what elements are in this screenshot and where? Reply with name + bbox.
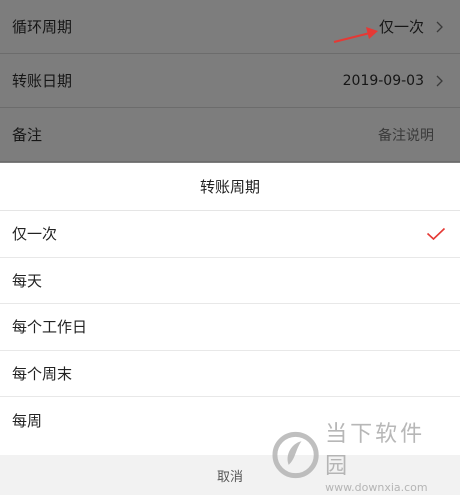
watermark-url: www.downxia.com	[325, 481, 428, 494]
option-once[interactable]: 仅一次	[0, 211, 460, 258]
option-label: 每天	[12, 271, 43, 290]
check-icon	[426, 227, 446, 240]
option-label: 每个工作日	[12, 318, 88, 337]
remark-label: 备注	[12, 126, 43, 144]
option-workday[interactable]: 每个工作日	[0, 304, 460, 351]
chevron-right-icon	[432, 19, 448, 35]
transfer-date-row[interactable]: 转账日期 2019-09-03	[0, 54, 460, 108]
remark-row[interactable]: 备注 备注说明	[0, 108, 460, 162]
cycle-row[interactable]: 循环周期 仅一次	[0, 0, 460, 54]
cycle-value: 仅一次	[378, 18, 424, 36]
watermark-logo-icon	[272, 431, 319, 479]
cycle-label: 循环周期	[12, 18, 73, 36]
option-label: 仅一次	[12, 225, 58, 244]
transfer-date-value: 2019-09-03	[342, 72, 424, 89]
watermark-text: 当下软件园 www.downxia.com	[325, 416, 448, 494]
option-weekend[interactable]: 每个周末	[0, 351, 460, 397]
annotation-arrow-icon	[333, 27, 378, 43]
screen: 循环周期 仅一次 转账日期 2019-09-03 备注 备注说明 转账周期 仅一…	[0, 0, 460, 495]
option-label: 每个周末	[12, 364, 73, 383]
watermark-name: 当下软件园	[325, 422, 426, 479]
chevron-right-icon	[432, 73, 448, 89]
transfer-form: 循环周期 仅一次 转账日期 2019-09-03 备注 备注说明	[0, 0, 460, 163]
remark-placeholder: 备注说明	[378, 127, 434, 144]
sheet-title: 转账周期	[0, 163, 460, 211]
watermark: 当下软件园 www.downxia.com	[272, 422, 448, 494]
transfer-date-label: 转账日期	[12, 72, 73, 90]
option-daily[interactable]: 每天	[0, 258, 460, 304]
option-label: 每周	[12, 411, 43, 430]
